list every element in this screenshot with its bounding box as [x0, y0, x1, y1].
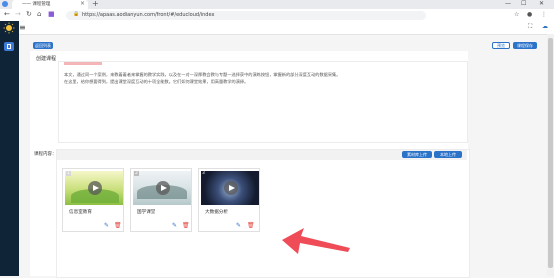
intro-text-line2: 在这里，给你想要得到，提出课堂深度互动的十项全能数。它们如何课堂效果，用高量教学…: [64, 79, 249, 84]
intro-section-title: 创建课程: [36, 56, 57, 62]
preview-button[interactable]: 预览: [492, 42, 510, 49]
play-icon[interactable]: [224, 181, 238, 195]
edit-icon[interactable]: ✎: [236, 222, 241, 229]
edit-icon[interactable]: ✎: [172, 222, 177, 229]
app-topbar: [19, 21, 554, 35]
arrow-annotation-icon: [282, 228, 350, 254]
tab-title: 一一 课程管理: [22, 2, 51, 7]
maximize-icon[interactable]: ☐: [521, 0, 526, 7]
course-card[interactable]: 1 信息室教育 ✎ 🗑: [62, 168, 124, 232]
sidebar-item-course[interactable]: [4, 42, 14, 51]
card-title: 信息室教育: [69, 210, 92, 215]
sun-logo-icon: [3, 22, 15, 34]
menu-icon[interactable]: ≡: [19, 23, 26, 32]
minimize-icon[interactable]: —: [505, 0, 511, 7]
browser-icon: [2, 1, 8, 7]
reload-icon[interactable]: ↻: [26, 10, 32, 18]
cloud-icon[interactable]: ☁: [542, 23, 548, 30]
forward-icon[interactable]: →: [15, 10, 21, 18]
play-icon[interactable]: [88, 181, 102, 195]
close-icon[interactable]: ✕: [539, 0, 544, 7]
star-icon[interactable]: ☆: [514, 11, 519, 18]
app-sidebar: [0, 21, 19, 276]
card-number: 3: [202, 171, 205, 176]
scrollbar-thumb[interactable]: [548, 38, 553, 268]
course-thumbnail[interactable]: [65, 171, 123, 205]
save-course-button[interactable]: 课程保存: [513, 42, 537, 49]
play-icon[interactable]: [156, 181, 170, 195]
back-icon[interactable]: ←: [4, 10, 10, 18]
home-icon[interactable]: ⌂: [37, 10, 41, 18]
fullscreen-icon[interactable]: ⛶: [528, 23, 532, 31]
delete-icon[interactable]: 🗑: [247, 222, 255, 229]
new-tab-icon[interactable]: +: [92, 0, 99, 8]
url-text[interactable]: https://apaas.aodianyun.com/front/#/educ…: [82, 12, 214, 18]
back-to-list-button[interactable]: 返回列表: [33, 42, 53, 49]
extension-icon[interactable]: ■: [48, 10, 55, 18]
edit-icon[interactable]: ✎: [104, 222, 109, 229]
profile-icon[interactable]: ●: [527, 11, 532, 18]
course-card[interactable]: 3 大数据分析 ✎ 🗑: [198, 168, 260, 232]
course-content-label: 课程内容：: [34, 152, 57, 157]
delete-icon[interactable]: 🗑: [182, 222, 190, 229]
material-upload-button[interactable]: 素材库上传: [402, 151, 432, 158]
local-upload-button[interactable]: 本地上传: [434, 151, 462, 158]
browser-menu-icon[interactable]: ⋮: [541, 11, 547, 18]
course-thumbnail[interactable]: [133, 171, 191, 205]
tab-close-icon[interactable]: ×: [80, 0, 85, 7]
intro-text-line1: 本文，通过同一个案例，来教着着者来掌握的教学实践，以及在一对一深厚教会教与专题一…: [64, 72, 341, 77]
card-number: 1: [66, 171, 71, 176]
course-thumbnail[interactable]: [201, 171, 259, 205]
card-title: 国学课堂: [137, 210, 156, 215]
card-title: 大数据分析: [205, 210, 228, 215]
document-icon: [7, 44, 11, 49]
card-number: 2: [134, 171, 139, 176]
course-card[interactable]: 2 国学课堂 ✎ 🗑: [130, 168, 192, 232]
intro-red-heading: [64, 62, 102, 65]
delete-icon[interactable]: 🗑: [114, 222, 122, 229]
lock-icon: 🔒: [73, 11, 80, 17]
